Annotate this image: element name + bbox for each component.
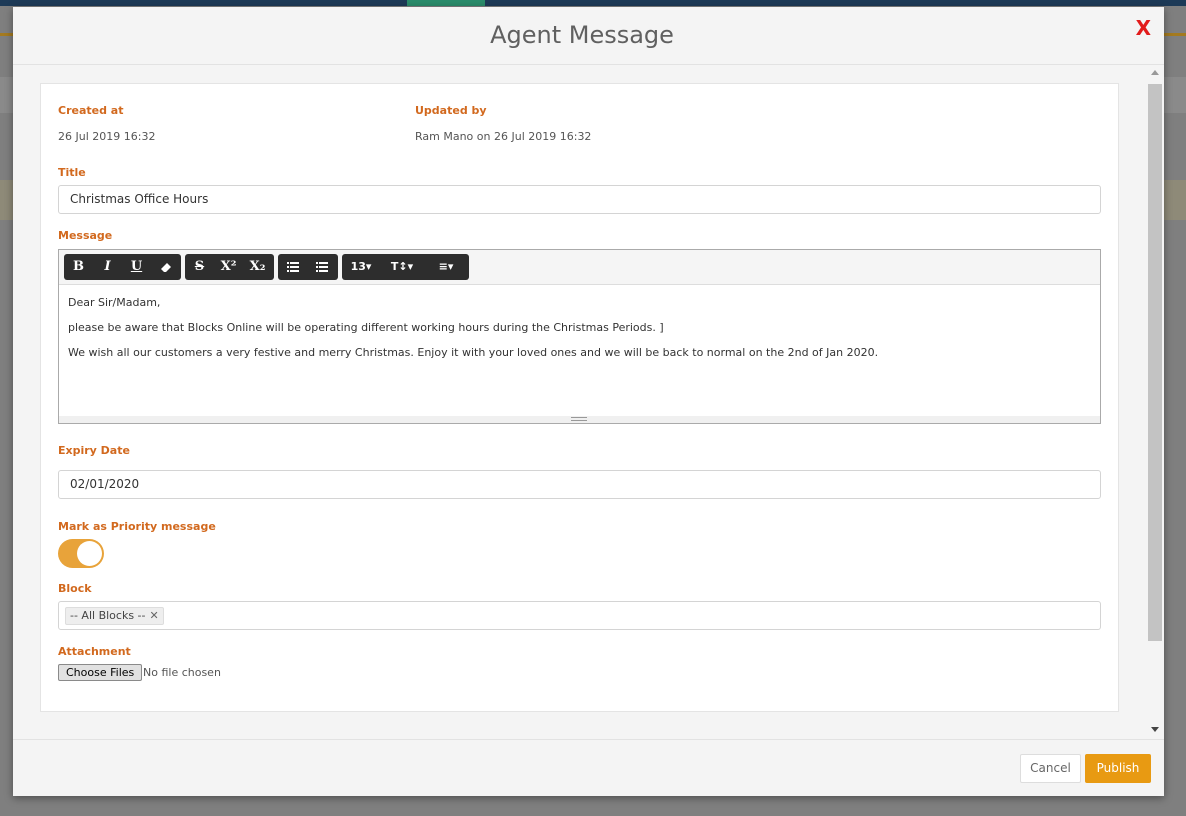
align-dropdown[interactable]: ≡▾ bbox=[424, 254, 468, 280]
message-line: please be aware that Blocks Online will … bbox=[68, 321, 664, 334]
subscript-button[interactable]: X₂ bbox=[243, 254, 272, 280]
font-size-dropdown[interactable]: 13▾ bbox=[342, 254, 380, 280]
toolbar-group-lists bbox=[278, 254, 338, 280]
block-select[interactable]: -- All Blocks -- ✕ bbox=[58, 601, 1101, 630]
block-label: Block bbox=[58, 582, 92, 595]
created-at-value: 26 Jul 2019 16:32 bbox=[58, 130, 156, 143]
created-at-label: Created at bbox=[58, 104, 124, 117]
italic-button[interactable]: I bbox=[93, 254, 122, 280]
ordered-list-icon[interactable] bbox=[307, 254, 336, 280]
toolbar-group-style: 13▾ T↕▾ ≡▾ bbox=[342, 254, 469, 280]
expiry-date-input[interactable]: 02/01/2020 bbox=[58, 470, 1101, 499]
attachment-label: Attachment bbox=[58, 645, 131, 658]
message-line: Dear Sir/Madam, bbox=[68, 296, 161, 309]
line-height-dropdown[interactable]: T↕▾ bbox=[380, 254, 424, 280]
modal-header: Agent Message X bbox=[13, 7, 1164, 65]
updated-by-label: Updated by bbox=[415, 104, 487, 117]
toolbar-group-script: S X² X₂ bbox=[185, 254, 274, 280]
expiry-date-label: Expiry Date bbox=[58, 444, 130, 457]
message-line: We wish all our customers a very festive… bbox=[68, 346, 879, 359]
scroll-up-icon[interactable] bbox=[1151, 70, 1159, 75]
cancel-button[interactable]: Cancel bbox=[1020, 754, 1081, 783]
block-tag-label: -- All Blocks -- bbox=[70, 609, 146, 622]
editor-content[interactable]: Dear Sir/Madam, please be aware that Blo… bbox=[68, 296, 1088, 371]
priority-toggle[interactable] bbox=[58, 539, 104, 568]
scrollbar[interactable] bbox=[1148, 70, 1162, 732]
strikethrough-button[interactable]: S bbox=[185, 254, 214, 280]
modal-title: Agent Message bbox=[490, 21, 674, 49]
toolbar-group-format: B I U bbox=[64, 254, 181, 280]
form-card: Created at 26 Jul 2019 16:32 Updated by … bbox=[40, 83, 1119, 712]
updated-by-value: Ram Mano on 26 Jul 2019 16:32 bbox=[415, 130, 592, 143]
background-top-bar bbox=[0, 0, 1186, 6]
publish-button[interactable]: Publish bbox=[1085, 754, 1151, 783]
choose-files-button[interactable]: Choose Files bbox=[58, 664, 143, 681]
unordered-list-icon[interactable] bbox=[278, 254, 307, 280]
close-icon[interactable]: X bbox=[1136, 16, 1151, 40]
modal-footer: Cancel Publish bbox=[13, 739, 1164, 796]
editor-resize-handle[interactable] bbox=[59, 416, 1100, 423]
message-editor: B I U S X² X₂ 13▾ T↕▾ ≡▾ Dear Sir/Madam,… bbox=[58, 249, 1101, 424]
agent-message-modal: Agent Message X Created at 26 Jul 2019 1… bbox=[13, 7, 1164, 796]
toggle-knob bbox=[77, 541, 102, 566]
title-label: Title bbox=[58, 166, 86, 179]
superscript-button[interactable]: X² bbox=[214, 254, 243, 280]
file-status: No file chosen bbox=[143, 666, 221, 679]
bold-button[interactable]: B bbox=[64, 254, 93, 280]
modal-body: Created at 26 Jul 2019 16:32 Updated by … bbox=[13, 65, 1164, 739]
message-label: Message bbox=[58, 229, 113, 242]
background-active-tab bbox=[407, 0, 485, 6]
remove-tag-icon[interactable]: ✕ bbox=[150, 609, 159, 622]
priority-label: Mark as Priority message bbox=[58, 520, 216, 533]
grip-icon bbox=[571, 417, 587, 421]
block-tag: -- All Blocks -- ✕ bbox=[65, 607, 164, 625]
editor-toolbar: B I U S X² X₂ 13▾ T↕▾ ≡▾ bbox=[59, 250, 1100, 285]
title-input[interactable]: Christmas Office Hours bbox=[58, 185, 1101, 214]
scroll-down-icon[interactable] bbox=[1151, 727, 1159, 732]
eraser-icon[interactable] bbox=[151, 254, 180, 280]
underline-button[interactable]: U bbox=[122, 254, 151, 280]
scrollbar-thumb[interactable] bbox=[1148, 84, 1162, 641]
